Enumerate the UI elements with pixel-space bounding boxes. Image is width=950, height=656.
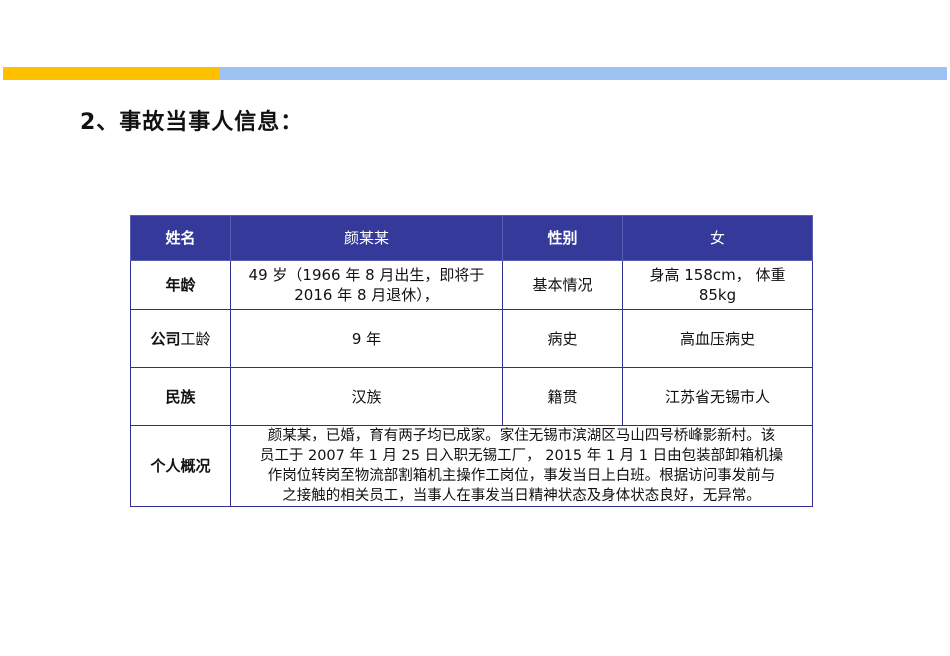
medical-history-value: 高血压病史: [622, 309, 813, 368]
table-row-age: 年龄 49 岁（1966 年 8 月出生，即将于 2016 年 8 月退休）， …: [130, 260, 813, 310]
gender-label: 性别: [502, 215, 623, 261]
table-row-profile: 个人概况 颜某某，已婚，育有两子均已成家。家住无锡市滨湖区马山四号桥峰影新村。该…: [130, 425, 813, 507]
basic-info-line1: 身高 158cm， 体重: [649, 266, 786, 284]
gender-value: 女: [622, 215, 813, 261]
basic-info-label: 基本情况: [502, 260, 623, 310]
origin-label: 籍贯: [502, 367, 623, 426]
profile-line1: 颜某某，已婚，育有两子均已成家。家住无锡市滨湖区马山四号桥峰影新村。该: [267, 428, 776, 444]
tenure-label: 公司工龄: [130, 309, 231, 368]
profile-label: 个人概况: [130, 425, 231, 507]
age-value: 49 岁（1966 年 8 月出生，即将于 2016 年 8 月退休），: [230, 260, 503, 310]
origin-value: 江苏省无锡市人: [622, 367, 813, 426]
name-value: 颜某某: [230, 215, 503, 261]
tenure-value: 9 年: [230, 309, 503, 368]
accent-bar-yellow: [3, 67, 219, 80]
age-value-line2: 2016 年 8 月退休），: [294, 286, 439, 304]
profile-line3: 作岗位转岗至物流部割箱机主操作工岗位，事发当日上白班。根据访问事发前与: [267, 468, 776, 484]
basic-info-value: 身高 158cm， 体重 85kg: [622, 260, 813, 310]
tenure-label-bold: 公司: [150, 329, 181, 348]
profile-line4: 之接触的相关员工，当事人在事发当日精神状态及身体状态良好，无异常。: [282, 488, 761, 504]
age-label: 年龄: [130, 260, 231, 310]
table-row-ethnicity: 民族 汉族 籍贯 江苏省无锡市人: [130, 367, 813, 426]
tenure-label-normal: 工龄: [180, 329, 211, 348]
accent-bar-blue: [219, 67, 947, 80]
name-label: 姓名: [130, 215, 231, 261]
person-info-table: 姓名 颜某某 性别 女 年龄 49 岁（1966 年 8 月出生，即将于 201…: [130, 215, 813, 507]
ethnicity-value: 汉族: [230, 367, 503, 426]
profile-line2: 员工于 2007 年 1 月 25 日入职无锡工厂， 2015 年 1 月 1 …: [259, 448, 784, 464]
profile-text: 颜某某，已婚，育有两子均已成家。家住无锡市滨湖区马山四号桥峰影新村。该 员工于 …: [230, 425, 813, 507]
ethnicity-label: 民族: [130, 367, 231, 426]
basic-info-line2: 85kg: [698, 286, 737, 304]
medical-history-label: 病史: [502, 309, 623, 368]
section-heading: 2、事故当事人信息：: [80, 110, 304, 135]
age-value-line1: 49 岁（1966 年 8 月出生，即将于: [248, 266, 485, 284]
table-header-row: 姓名 颜某某 性别 女: [130, 215, 813, 261]
table-row-tenure: 公司工龄 9 年 病史 高血压病史: [130, 309, 813, 368]
